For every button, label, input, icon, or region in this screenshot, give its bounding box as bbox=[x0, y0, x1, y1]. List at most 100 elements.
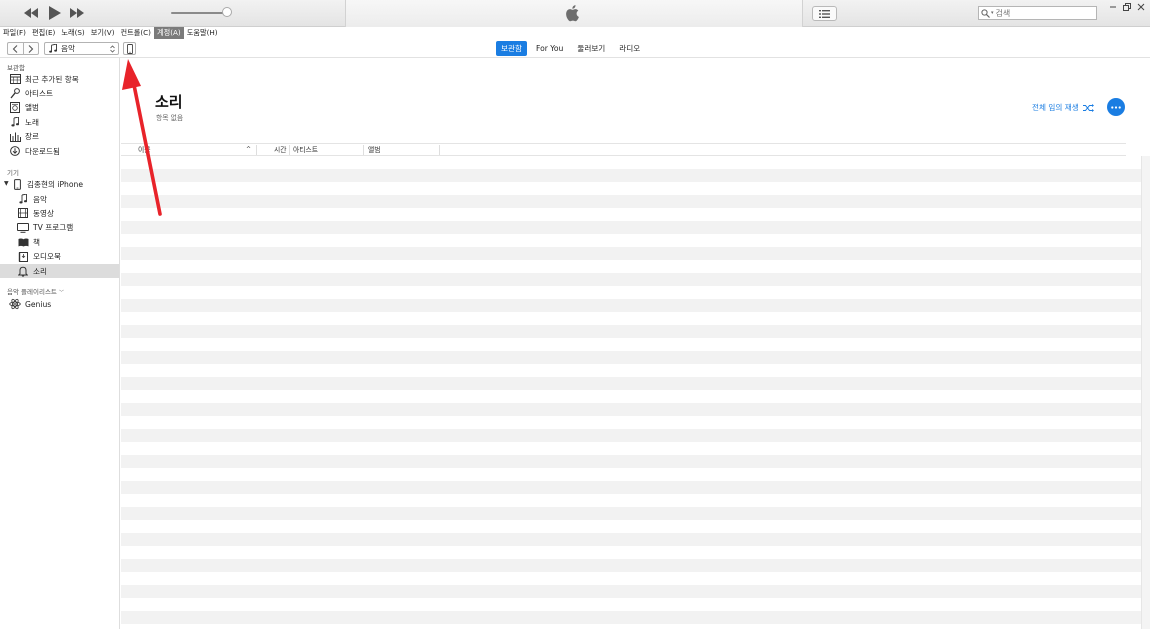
forward-button[interactable] bbox=[22, 43, 39, 54]
playlists-section-header[interactable]: 음악 플레이리스트 ﹀ bbox=[7, 286, 64, 296]
minimize-icon bbox=[1110, 6, 1116, 8]
sidebar-library-item-label: 앨범 bbox=[25, 103, 39, 113]
search-icon bbox=[981, 8, 990, 18]
back-button[interactable] bbox=[8, 43, 23, 54]
device-button[interactable] bbox=[123, 42, 136, 55]
calendar-grid-icon bbox=[9, 73, 21, 85]
menu-item-4[interactable]: 컨트롤(C) bbox=[118, 27, 154, 39]
now-playing-display bbox=[345, 0, 803, 27]
sidebar-library-item-label: 노래 bbox=[25, 117, 39, 127]
tab-2[interactable]: 둘러보기 bbox=[572, 41, 610, 56]
tab-1[interactable]: For You bbox=[531, 41, 568, 56]
sidebar-device-item-3[interactable]: 책 bbox=[0, 235, 119, 249]
list-icon bbox=[819, 9, 830, 18]
page-subtitle: 항목 없음 bbox=[156, 114, 184, 122]
sidebar-library-item-5[interactable]: 다운로드됨 bbox=[0, 144, 119, 158]
volume-slider-track[interactable] bbox=[171, 12, 228, 14]
minimize-button[interactable] bbox=[1106, 1, 1120, 13]
column-divider bbox=[363, 145, 364, 155]
chevron-right-icon bbox=[28, 44, 34, 53]
column-divider bbox=[439, 145, 440, 155]
sidebar-library-item-3[interactable]: 노래 bbox=[0, 115, 119, 129]
sidebar-device-item-4[interactable]: 오디오북 bbox=[0, 250, 119, 264]
microphone-icon bbox=[9, 87, 21, 99]
fast-forward-button[interactable] bbox=[68, 6, 86, 20]
playlists-header-label: 음악 플레이리스트 bbox=[7, 288, 57, 296]
menu-item-3[interactable]: 보기(V) bbox=[88, 27, 118, 39]
song-list-rows bbox=[121, 156, 1141, 629]
sidebar-library-item-label: 최근 추가된 항목 bbox=[25, 74, 79, 84]
sidebar-library-item-2[interactable]: 앨범 bbox=[0, 101, 119, 115]
menu-item-0[interactable]: 파일(F) bbox=[0, 27, 29, 39]
more-options-button[interactable] bbox=[1107, 98, 1125, 116]
play-button[interactable] bbox=[46, 6, 62, 20]
music-note-icon bbox=[17, 193, 29, 205]
toolbar: 음악 보관함 For You 둘러보기 라디오 bbox=[0, 39, 1150, 58]
download-icon bbox=[9, 145, 21, 157]
sidebar-device-item-0[interactable]: 음악 bbox=[0, 192, 119, 206]
media-kind-label: 음악 bbox=[61, 44, 75, 53]
rewind-button[interactable] bbox=[22, 6, 40, 20]
up-next-button[interactable] bbox=[812, 6, 837, 21]
search-input[interactable] bbox=[993, 7, 1086, 19]
column-divider bbox=[256, 145, 257, 155]
rewind-icon bbox=[24, 8, 38, 18]
media-kind-select[interactable]: 음악 bbox=[44, 42, 119, 55]
column-header-time[interactable]: 시간 bbox=[274, 144, 287, 156]
music-note-icon bbox=[9, 116, 21, 128]
menu-item-6[interactable]: 도움말(H) bbox=[184, 27, 221, 39]
sidebar-library-item-0[interactable]: 최근 추가된 항목 bbox=[0, 72, 119, 86]
sidebar-device-item-label: 소리 bbox=[33, 266, 47, 276]
sidebar-playlist-item-label: Genius bbox=[25, 299, 52, 309]
play-icon bbox=[48, 6, 61, 20]
volume-slider-knob[interactable] bbox=[222, 7, 232, 17]
column-header-name[interactable]: 이름 bbox=[138, 144, 151, 156]
column-header-artist[interactable]: 아티스트 bbox=[293, 144, 318, 156]
shuffle-icon bbox=[1082, 103, 1094, 112]
vertical-scrollbar[interactable] bbox=[1141, 156, 1150, 629]
menu-item-1[interactable]: 편집(E) bbox=[29, 27, 58, 39]
column-header-album[interactable]: 앨범 bbox=[368, 144, 381, 156]
sidebar-library-item-1[interactable]: 아티스트 bbox=[0, 86, 119, 100]
sidebar-library-item-label: 다운로드됨 bbox=[25, 146, 60, 156]
tv-icon bbox=[17, 222, 29, 234]
genre-icon bbox=[9, 131, 21, 143]
sidebar-device-item-label: 음악 bbox=[33, 194, 47, 204]
player-bar: ▾ bbox=[0, 0, 1150, 27]
iphone-icon bbox=[11, 178, 23, 190]
sidebar-library-item-label: 장르 bbox=[25, 132, 39, 142]
devices-section-header: 기기 bbox=[7, 169, 19, 177]
close-window-button[interactable] bbox=[1134, 1, 1148, 13]
history-nav bbox=[7, 42, 39, 55]
sidebar-device-item-1[interactable]: 동영상 bbox=[0, 206, 119, 220]
film-icon bbox=[17, 207, 29, 219]
close-icon bbox=[1137, 3, 1145, 11]
ellipsis-icon bbox=[1111, 105, 1121, 109]
bell-icon bbox=[17, 265, 29, 277]
sidebar-device[interactable]: 김종현의 iPhone bbox=[0, 177, 119, 191]
audiobook-icon bbox=[17, 251, 29, 263]
music-note-icon bbox=[49, 44, 57, 53]
sidebar-library-item-4[interactable]: 장르 bbox=[0, 130, 119, 144]
sort-ascending-icon[interactable]: ^ bbox=[246, 144, 251, 156]
menu-bar: 파일(F) 편집(E) 노래(S) 보기(V) 컨트롤(C) 계정(A) 도움말(H) bbox=[0, 27, 1150, 39]
chevron-left-icon bbox=[12, 44, 18, 53]
sidebar-library-item-label: 아티스트 bbox=[25, 88, 53, 98]
library-section-header: 보관함 bbox=[7, 64, 25, 72]
fast-forward-icon bbox=[70, 8, 84, 18]
apple-logo-icon bbox=[566, 5, 579, 22]
search-box[interactable]: ▾ bbox=[978, 6, 1097, 20]
tab-0[interactable]: 보관함 bbox=[496, 41, 527, 56]
sidebar: 보관함 최근 추가된 항목 아티스트 앨범 노래 장르 다운로드됨 기기 ▼ 김종현의 i… bbox=[0, 58, 120, 629]
sidebar-device-item-2[interactable]: TV 프로그램 bbox=[0, 221, 119, 235]
sidebar-device-item-5[interactable]: 소리 bbox=[0, 264, 119, 278]
tab-3[interactable]: 라디오 bbox=[614, 41, 645, 56]
iphone-icon bbox=[126, 43, 133, 54]
restore-button[interactable] bbox=[1120, 1, 1134, 13]
song-list-header: 이름 ^ 시간 아티스트 앨범 bbox=[121, 143, 1126, 156]
menu-item-2[interactable]: 노래(S) bbox=[58, 27, 87, 39]
sidebar-playlist-item-0[interactable]: Genius bbox=[0, 297, 119, 311]
shuffle-all-button[interactable]: 전체 임의 재생 bbox=[1032, 102, 1094, 113]
menu-item-5[interactable]: 계정(A) bbox=[153, 27, 184, 39]
sidebar-device-item-label: 오디오북 bbox=[33, 252, 61, 262]
